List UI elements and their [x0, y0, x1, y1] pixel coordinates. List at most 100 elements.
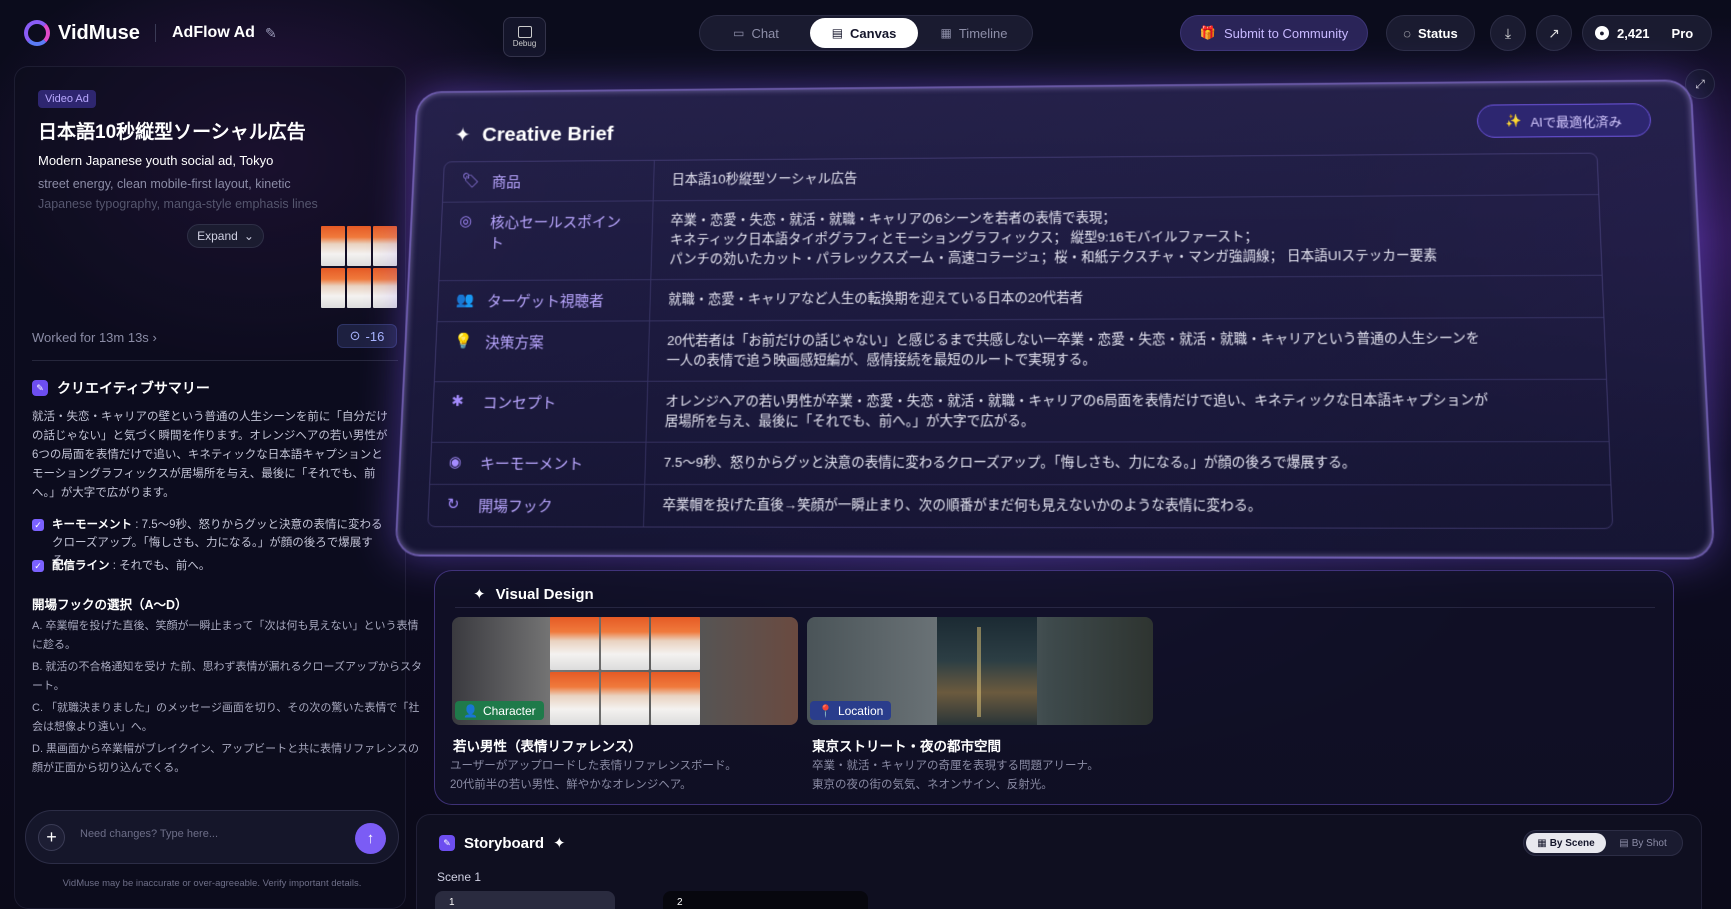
brief-value: 日本語10秒縦型ソーシャル広告 — [671, 170, 858, 187]
divider — [455, 607, 1655, 608]
face-thumbnail — [321, 268, 345, 308]
divider — [32, 360, 398, 361]
submit-label: Submit to Community — [1223, 25, 1349, 41]
storyboard-view-toggle: ▦ By Scene ▤ By Shot — [1523, 830, 1683, 856]
debug-button[interactable]: Debug — [503, 17, 546, 57]
face-thumbnail — [321, 226, 345, 266]
hook-option[interactable]: C. 「就職決まりました」のメッセージ画面を切り、その次の驚いた表情で「社会は想… — [32, 699, 422, 737]
expand-button[interactable]: Expand ⌄ — [187, 224, 264, 248]
ad-title: 日本語10秒縦型ソーシャル広告 — [38, 122, 306, 143]
send-button[interactable]: ↑ — [355, 823, 386, 854]
creative-brief-card[interactable]: ✦ Creative Brief ✨ AIで最適化済み 🏷 商品 日本語10秒縦型ソ… — [394, 79, 1716, 560]
plus-icon: + — [46, 827, 57, 847]
location-desc-line2: 東京の夜の街の気気、ネオンサイン、反射光。 — [812, 779, 1053, 791]
shot-card[interactable]: 1 — [435, 891, 615, 909]
brief-value: 20代若者は「お前だけの話じゃない」と感じるまで共感しない一卒業・恋愛・失恋・就… — [666, 330, 1480, 368]
brief-key: 核心セールスポイント — [489, 214, 622, 252]
scene-label: Scene 1 — [437, 870, 482, 884]
location-desc-line1: 卒業・就活・キャリアの奇厘を表現する問題アリーナ。 — [812, 760, 1099, 772]
brief-key: 開場フック — [477, 497, 553, 516]
gift-icon: 🎁 — [1199, 25, 1216, 40]
video-ad-chip: Video Ad — [38, 90, 96, 108]
character-desc-line1: ユーザーがアップロードした表情リファレンスボード。 — [450, 760, 737, 772]
location-image — [937, 617, 1037, 725]
credits-display[interactable]: ● 2,421 Pro — [1582, 15, 1712, 51]
character-description: ユーザーがアップロードした表情リファレンスボード。 20代前半の若い男性、鮮やか… — [450, 757, 737, 795]
by-scene-toggle[interactable]: ▦ By Scene — [1526, 833, 1606, 853]
location-tag-label: Location — [837, 703, 884, 718]
canvas-icon: ▤ — [831, 26, 844, 40]
sparkle-icon: ✦ — [454, 124, 472, 147]
tab-timeline[interactable]: ▦ Timeline — [918, 18, 1030, 48]
tab-timeline-label: Timeline — [958, 25, 1008, 41]
chat-input[interactable] — [80, 828, 330, 840]
character-desc-line2: 20代前半の若い男性、鮮やかなオレンジヘア。 — [450, 779, 692, 791]
checkbox-checked-icon[interactable]: ✓ — [32, 519, 44, 531]
face-thumbnail — [651, 617, 700, 670]
view-tabs: ▭ Chat ▤ Canvas ▦ Timeline — [699, 15, 1033, 51]
ad-subtitle: Modern Japanese youth social ad, Tokyo — [38, 153, 274, 168]
character-reference-image — [550, 617, 700, 725]
status-button[interactable]: ◌ Status — [1386, 15, 1475, 51]
tagline-item: ✓ 配信ライン : それでも、前へ。 — [32, 557, 394, 575]
add-attachment-button[interactable]: + — [38, 824, 65, 851]
tagline-text: それでも、前へ。 — [119, 560, 211, 572]
brief-table: 🏷 商品 日本語10秒縦型ソーシャル広告 ◎ 核心セールスポイント 卒業・恋愛・失恋・就… — [427, 152, 1614, 530]
tab-canvas[interactable]: ▤ Canvas — [810, 18, 918, 48]
external-link-icon: ↗ — [1548, 24, 1560, 41]
brief-key: キーモーメント — [479, 455, 584, 473]
brief-value: オレンジヘアの若い男性が卒業・恋愛・失恋・就活・就職・キャリアの6局面を表情だけ… — [664, 392, 1489, 429]
project-title[interactable]: AdFlow Ad ✎ — [172, 24, 277, 42]
submit-to-community-button[interactable]: 🎁 Submit to Community — [1180, 15, 1368, 51]
brief-row: 💡 決策方案 20代若者は「お前だけの話じゃない」と感じるまで共感しない一卒業・恋愛… — [434, 317, 1607, 383]
status-label: Status — [1418, 25, 1458, 41]
edit-pencil-icon[interactable]: ✎ — [265, 25, 277, 42]
character-card[interactable]: 👤 Character — [452, 617, 798, 725]
share-button[interactable]: ↗ — [1536, 15, 1572, 51]
pen-badge-icon: ✎ — [32, 380, 48, 396]
visual-design-section: ✦ Visual Design 👤 Character 📍 Location 若い男… — [434, 570, 1674, 805]
by-shot-toggle[interactable]: ▤ By Shot — [1606, 833, 1680, 853]
brief-row: ✱ コンセプト オレンジヘアの若い男性が卒業・恋愛・失恋・就活・就職・キャリアの6局… — [432, 379, 1609, 443]
ai-optimized-button[interactable]: ✨ AIで最適化済み — [1476, 103, 1652, 138]
brief-row: ◎ 核心セールスポイント 卒業・恋愛・失恋・就活・就職・キャリアの6シーンを若者の表… — [439, 195, 1602, 282]
debug-label: Debug — [512, 39, 537, 48]
ad-description-line2: Japanese typography, manga-style emphasi… — [38, 197, 318, 211]
plan-label: Pro — [1671, 25, 1694, 41]
visual-design-title: Visual Design — [495, 585, 594, 603]
person-icon: 👤 — [463, 703, 478, 718]
sparkle-icon: ✦ — [473, 586, 486, 603]
tab-chat[interactable]: ▭ Chat — [702, 18, 810, 48]
expand-label: Expand — [197, 229, 238, 243]
brief-row: ↻ 開場フック 卒業帽を投げた直後→笑顔が一瞬止まり、次の順番がまだ何も見えないかの… — [428, 484, 1612, 528]
target-icon: ⊙ — [349, 328, 361, 343]
chevron-right-icon: › — [152, 330, 157, 345]
map-pin-icon: 📍 — [818, 703, 833, 718]
divider — [155, 24, 156, 42]
key-moment-label: キーモーメント — [52, 519, 133, 531]
logo[interactable]: VidMuse — [24, 20, 140, 46]
worked-label: Worked for 13m 13s — [32, 330, 149, 345]
face-thumbnail — [550, 672, 599, 725]
storyboard-title: Storyboard — [464, 834, 545, 852]
reference-thumbnails[interactable] — [321, 226, 397, 308]
worked-duration[interactable]: Worked for 13m 13s › — [32, 330, 157, 345]
top-bar: VidMuse AdFlow Ad ✎ Debug ▭ Chat ▤ Canvas … — [0, 0, 1731, 64]
chat-input-bar: + ↑ — [25, 810, 399, 864]
face-thumbnail — [550, 617, 599, 670]
download-button[interactable]: ⤓ — [1490, 15, 1526, 51]
location-card[interactable]: 📍 Location — [807, 617, 1153, 725]
hook-option[interactable]: D. 黒画面から卒業帽がブレイクイン、アップビートと共に表情リファレンスの顔が正… — [32, 740, 422, 778]
brief-key: 商品 — [491, 174, 522, 191]
hook-option[interactable]: A. 卒業帽を投げた直後、笑顔が一瞬止まって「次は何も見えない」という表情に趁る… — [32, 617, 422, 655]
storyboard-heading: ✎ Storyboard ✦ — [439, 834, 566, 852]
brief-row: 👥 ターゲット視聴者 就職・恋愛・キャリアなど人生の転換期を迎えている日本の20代若… — [437, 275, 1604, 323]
checkbox-checked-icon[interactable]: ✓ — [32, 560, 44, 572]
shot-card[interactable]: 2 — [663, 891, 868, 909]
tab-chat-label: Chat — [751, 25, 779, 41]
sparkle-icon: ✦ — [553, 835, 566, 852]
brief-key: ターゲット視聴者 — [486, 293, 605, 311]
face-thumbnail — [600, 617, 650, 670]
target-icon: ◎ — [459, 213, 473, 230]
hook-option[interactable]: B. 就活の不合格通知を受け た前、思わず表情が漏れるクローズアップからスタート… — [32, 658, 422, 696]
